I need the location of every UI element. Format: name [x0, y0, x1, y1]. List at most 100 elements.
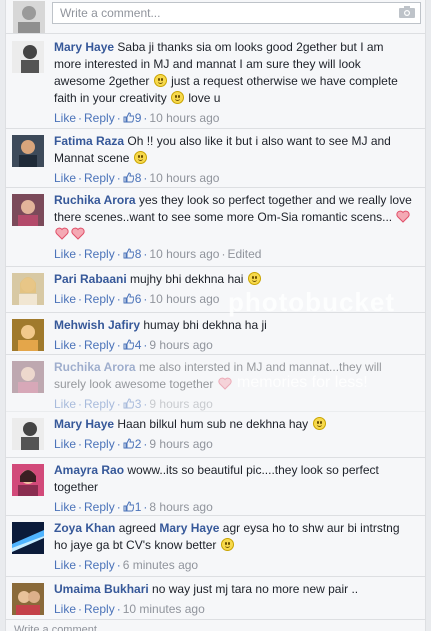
comment-timestamp[interactable]: 10 minutes ago	[123, 602, 205, 616]
smile-icon	[247, 272, 261, 285]
avatar[interactable]	[12, 319, 44, 351]
reply-link[interactable]: Reply	[84, 247, 115, 261]
avatar[interactable]	[12, 361, 44, 393]
like-count[interactable]: 3	[123, 397, 141, 411]
comment-item: Fatima Raza Oh !! you also like it but i…	[6, 129, 425, 188]
like-link[interactable]: Like	[54, 500, 76, 514]
comment-author[interactable]: Mary Haye	[54, 417, 114, 431]
comment-text: mujhy bhi dekhna hai	[130, 272, 247, 286]
like-count[interactable]: 2	[123, 437, 141, 451]
reply-link[interactable]: Reply	[84, 338, 115, 352]
comment-actions: Like · Reply · 8 · 10 hours ago	[54, 171, 220, 185]
comment-actions: Like · Reply · 6 · 10 hours ago	[54, 292, 220, 306]
comment-actions: Like · Reply · 1 · 8 hours ago	[54, 500, 213, 514]
reply-link[interactable]: Reply	[84, 500, 115, 514]
reply-link[interactable]: Reply	[84, 292, 115, 306]
smile-icon	[220, 538, 234, 551]
avatar[interactable]	[12, 522, 44, 554]
heart-icon	[55, 227, 69, 240]
thumbs-up-icon	[123, 172, 134, 183]
comment-input-footer[interactable]: Write a comment...	[6, 620, 425, 631]
like-link[interactable]: Like	[54, 397, 76, 411]
comment-author[interactable]: Pari Rabaani	[54, 272, 127, 286]
reply-link[interactable]: Reply	[84, 602, 115, 616]
comment-actions: Like · Reply · 3 · 9 hours ago	[54, 397, 213, 411]
avatar[interactable]	[12, 273, 44, 305]
reply-link[interactable]: Reply	[84, 111, 115, 125]
avatar[interactable]	[12, 418, 44, 450]
comment-actions: Like · Reply · 6 minutes ago	[54, 558, 199, 572]
comment-timestamp[interactable]: 9 hours ago	[149, 338, 212, 352]
avatar[interactable]	[12, 41, 44, 73]
like-link[interactable]: Like	[54, 437, 76, 451]
comment-text: humay bhi dekhna ha ji	[143, 318, 267, 332]
comment-timestamp[interactable]: 10 hours ago	[149, 292, 219, 306]
thumbs-up-icon	[123, 112, 134, 123]
mention-link[interactable]: Mary Haye	[159, 521, 219, 535]
comment-actions: Like · Reply · 8 · 10 hours ago · Edited	[54, 247, 262, 261]
comment-timestamp[interactable]: 10 hours ago	[149, 171, 219, 185]
like-count[interactable]: 4	[123, 338, 141, 352]
avatar[interactable]	[12, 464, 44, 496]
like-count[interactable]: 6	[123, 292, 141, 306]
heart-icon	[71, 227, 85, 240]
comment-item: Amayra Rao woww..its so beautiful pic...…	[6, 458, 425, 516]
like-link[interactable]: Like	[54, 247, 76, 261]
thumbs-up-icon	[123, 339, 134, 350]
reply-link[interactable]: Reply	[84, 558, 115, 572]
like-link[interactable]: Like	[54, 292, 76, 306]
thumbs-up-icon	[123, 438, 134, 449]
comment-author[interactable]: Ruchika Arora	[54, 193, 136, 207]
like-count[interactable]: 8	[123, 247, 141, 261]
comment-item: Mary Haye Haan bilkul hum sub ne dekhna …	[6, 412, 425, 458]
thumbs-up-icon	[123, 501, 134, 512]
comment-timestamp[interactable]: 9 hours ago	[149, 437, 212, 451]
smile-icon	[312, 417, 326, 430]
comment-author[interactable]: Fatima Raza	[54, 134, 124, 148]
like-count[interactable]: 1	[123, 500, 141, 514]
comment-text: agreed	[118, 521, 160, 535]
like-link[interactable]: Like	[54, 171, 76, 185]
avatar[interactable]	[12, 135, 44, 167]
like-link[interactable]: Like	[54, 338, 76, 352]
comment-timestamp[interactable]: 10 hours ago	[149, 247, 219, 261]
comment-author[interactable]: Mary Haye	[54, 40, 114, 54]
comment-text: Haan bilkul hum sub ne dekhna hay	[117, 417, 312, 431]
comment-item: Ruchika Arora yes they look so perfect t…	[6, 188, 425, 267]
like-link[interactable]: Like	[54, 602, 76, 616]
like-link[interactable]: Like	[54, 111, 76, 125]
camera-icon[interactable]	[399, 6, 415, 18]
comment-actions: Like · Reply · 10 minutes ago	[54, 602, 205, 616]
avatar[interactable]	[12, 194, 44, 226]
comment-author[interactable]: Amayra Rao	[54, 463, 124, 477]
thumbs-up-icon	[123, 398, 134, 409]
comment-actions: Like · Reply · 2 · 9 hours ago	[54, 437, 213, 451]
edited-label[interactable]: Edited	[227, 247, 261, 261]
like-count[interactable]: 9	[123, 111, 141, 125]
avatar[interactable]	[12, 583, 44, 615]
comment-timestamp[interactable]: 6 minutes ago	[123, 558, 198, 572]
comment-timestamp[interactable]: 9 hours ago	[149, 397, 212, 411]
comment-author[interactable]: Mehwish Jafiry	[54, 318, 140, 332]
smile-icon	[171, 91, 185, 104]
thumbs-up-icon	[123, 248, 134, 259]
like-link[interactable]: Like	[54, 558, 76, 572]
comment-author[interactable]: Ruchika Arora	[54, 360, 136, 374]
comment-text: no way just mj tara no more new pair ..	[152, 582, 359, 596]
comment-item: Ruchika Arora me also intersted in MJ an…	[6, 355, 425, 412]
like-count[interactable]: 8	[123, 171, 141, 185]
comment-author[interactable]: Umaima Bukhari	[54, 582, 149, 596]
thumbs-up-icon	[123, 293, 134, 304]
reply-link[interactable]: Reply	[84, 171, 115, 185]
comment-timestamp[interactable]: 8 hours ago	[149, 500, 212, 514]
comment-item: Pari Rabaani mujhy bhi dekhna hai Like · R…	[6, 267, 425, 313]
comment-text: love u	[185, 91, 221, 105]
comment-item: Mary Haye Saba ji thanks sia om looks go…	[6, 35, 425, 129]
comment-input[interactable]: Write a comment...	[52, 2, 421, 24]
reply-link[interactable]: Reply	[84, 437, 115, 451]
comment-timestamp[interactable]: 10 hours ago	[149, 111, 219, 125]
comment-actions: Like · Reply · 9 · 10 hours ago	[54, 111, 220, 125]
comment-author[interactable]: Zoya Khan	[54, 521, 115, 535]
comments-panel: Write a comment... Mary Haye Saba ji tha…	[5, 0, 426, 631]
reply-link[interactable]: Reply	[84, 397, 115, 411]
